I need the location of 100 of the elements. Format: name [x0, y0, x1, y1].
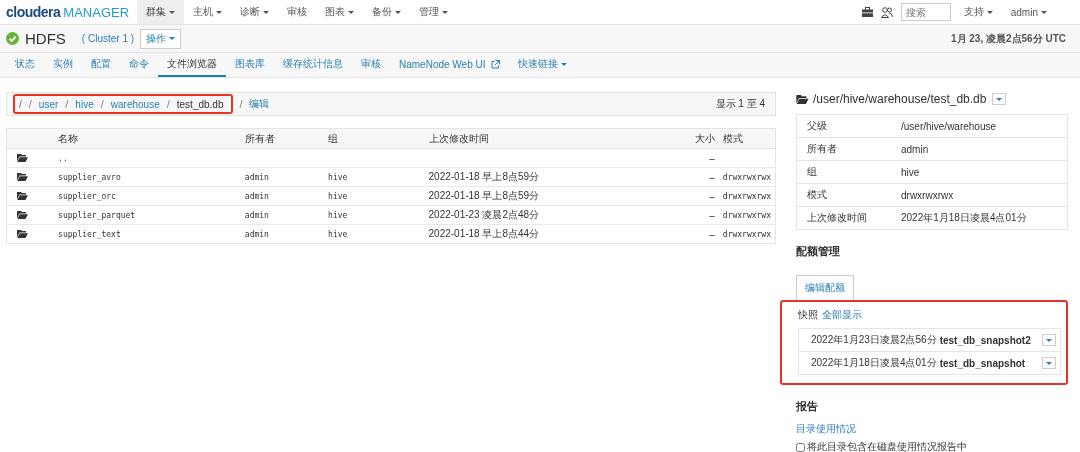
folder-open-icon: [796, 94, 809, 104]
nav-menu[interactable]: 诊断: [231, 0, 279, 24]
column-header: 组: [328, 132, 339, 144]
nav-menu[interactable]: 图表: [316, 0, 364, 24]
tab[interactable]: 文件浏览器: [158, 53, 226, 77]
nav-menu[interactable]: 群集: [137, 0, 185, 24]
caret-icon: [169, 37, 176, 40]
table-cell: 2022-01-23 凌晨2点48分: [428, 209, 540, 220]
property-value: drwxrwxrwx: [901, 189, 954, 201]
file-name-link[interactable]: supplier_text: [58, 229, 121, 239]
caret-icon: [216, 10, 223, 14]
breadcrumb-link[interactable]: warehouse: [110, 98, 160, 110]
tab[interactable]: 状态: [6, 53, 44, 77]
nav-menu[interactable]: 管理: [410, 0, 458, 24]
caret-icon: [996, 97, 1003, 101]
table-cell: admin: [244, 210, 269, 220]
logo-product[interactable]: MANAGER: [63, 5, 130, 20]
property-label: 模式: [807, 189, 827, 200]
directory-path: /user/hive/warehouse/test_db.db: [813, 92, 987, 106]
snapshot-name: test_db_snapshot: [939, 357, 1026, 369]
file-name-link[interactable]: supplier_orc: [58, 191, 116, 201]
caret-icon: [442, 10, 449, 14]
search-field[interactable]: 搜索: [900, 3, 951, 21]
dropdown-button[interactable]: [1042, 334, 1056, 346]
snapshot-name: test_db_snapshot2: [939, 334, 1031, 346]
directory-usage-link[interactable]: 目录使用情况: [796, 423, 856, 434]
show-all-link[interactable]: 全部显示: [822, 308, 862, 322]
snapshot-time: 2022年1月18日凌晨4点01分: [811, 356, 937, 370]
breadcrumb-separator: /: [28, 98, 32, 110]
breadcrumb-current: test_db.db: [176, 98, 224, 110]
edit-quota-button[interactable]: 编辑配额: [796, 275, 854, 300]
file-name-link[interactable]: ..: [58, 153, 68, 163]
section-heading: 报告: [796, 399, 819, 414]
table-cell: –: [709, 228, 715, 240]
property-label: 上次修改时间: [807, 212, 867, 223]
folder-open-icon[interactable]: [17, 152, 28, 162]
table-cell: hive: [328, 191, 348, 201]
logo-brand[interactable]: cloudera: [6, 4, 61, 20]
caret-icon: [1046, 361, 1052, 365]
table-cell: 2022-01-18 早上8点59分: [428, 190, 540, 201]
table-cell: drwxrwxrwx: [722, 191, 771, 201]
table-cell: 2022-01-18 早上8点44分: [428, 228, 540, 239]
column-header: 大小: [694, 132, 715, 144]
caret-icon: [1046, 338, 1052, 342]
snapshot-label: 快照: [798, 308, 818, 322]
nav-menu[interactable]: 主机: [184, 0, 232, 24]
tab[interactable]: 缓存统计信息: [274, 53, 352, 77]
edit-link[interactable]: 编辑: [248, 97, 269, 111]
table-cell: drwxrwxrwx: [722, 210, 771, 220]
nav-menu[interactable]: 审核: [278, 0, 317, 24]
column-header: 所有者: [244, 132, 275, 144]
tab[interactable]: 审核: [352, 53, 390, 77]
tab[interactable]: 命令: [120, 53, 158, 77]
table-cell: admin: [244, 172, 269, 182]
breadcrumb-separator: /: [166, 98, 170, 110]
table-cell: –: [709, 152, 715, 164]
users-icon[interactable]: [880, 6, 893, 18]
section-heading: 配额管理: [796, 244, 841, 259]
file-name-link[interactable]: supplier_parquet: [58, 210, 136, 220]
table-cell: hive: [328, 210, 348, 220]
column-header: 名称: [58, 132, 79, 144]
breadcrumb-link[interactable]: user: [38, 98, 59, 110]
tab[interactable]: 配置: [82, 53, 120, 77]
breadcrumb-link[interactable]: /: [19, 98, 22, 110]
tab[interactable]: 快速链接: [508, 53, 576, 77]
table-cell: drwxrwxrwx: [722, 172, 771, 182]
nav-menu[interactable]: 备份: [363, 0, 411, 24]
checkbox-label: 将此目录包含在磁盘使用情况报告中: [807, 440, 967, 452]
tab[interactable]: 实例: [44, 53, 82, 77]
table-cell: 2022-01-18 早上8点59分: [428, 171, 540, 182]
table-cell: –: [709, 171, 715, 183]
breadcrumb-separator: /: [65, 98, 69, 110]
actions-button[interactable]: 操作: [140, 28, 182, 49]
caret-icon: [560, 62, 567, 66]
breadcrumb-link[interactable]: hive: [75, 98, 94, 110]
folder-open-icon[interactable]: [17, 228, 28, 238]
tab[interactable]: NameNode Web UI: [390, 53, 509, 77]
property-value: /user/hive/warehouse: [901, 120, 997, 132]
tab[interactable]: 图表库: [226, 53, 274, 77]
property-value: admin: [901, 143, 929, 155]
dropdown-button[interactable]: [992, 93, 1007, 105]
cluster-link[interactable]: ( Cluster 1 ): [81, 33, 135, 44]
folder-open-icon[interactable]: [17, 209, 28, 219]
folder-open-icon[interactable]: [17, 190, 28, 200]
table-cell: –: [709, 209, 715, 221]
property-label: 组: [807, 166, 817, 177]
dropdown-button[interactable]: [1042, 357, 1056, 369]
breadcrumb-separator: /: [100, 98, 104, 110]
nav-menu[interactable]: admin: [1001, 0, 1056, 24]
caret-icon: [1041, 10, 1047, 14]
checkbox[interactable]: [796, 442, 805, 452]
column-header: 模式: [722, 132, 743, 144]
caret-icon: [348, 10, 355, 14]
briefcase-icon[interactable]: [861, 7, 873, 17]
timestamp: 1月 23, 凌晨2点56分 UTC: [950, 31, 1066, 46]
nav-menu[interactable]: 支持: [954, 0, 1002, 24]
external-link-icon: [490, 59, 500, 69]
service-title: HDFS: [25, 30, 66, 47]
file-name-link[interactable]: supplier_avro: [58, 172, 121, 182]
folder-open-icon[interactable]: [17, 171, 28, 181]
